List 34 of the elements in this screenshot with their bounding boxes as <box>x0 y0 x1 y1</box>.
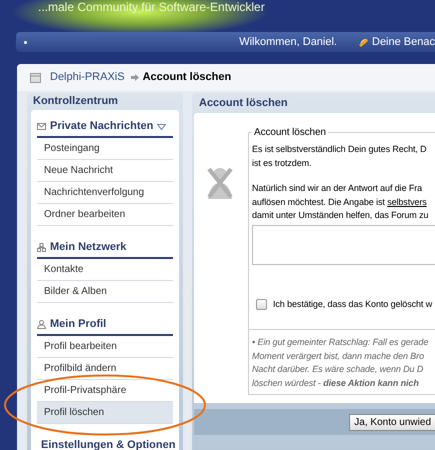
section-heading: Mein Netzwerk <box>50 240 126 256</box>
menu-item[interactable]: Nachrichtenverfolgung <box>37 182 173 204</box>
menu-item[interactable]: Profil bearbeiten <box>37 336 173 358</box>
confirm-label: Ich bestätige, dass das Konto gelöscht w <box>273 298 432 311</box>
section-heading: Mein Profil <box>50 317 106 332</box>
inline-link[interactable]: selbstvers <box>387 196 427 206</box>
breadcrumb-current: Account löschen <box>142 70 232 86</box>
page-icon <box>30 72 41 82</box>
delete-account-button[interactable]: Ja, Konto unwied <box>349 414 435 430</box>
menu-item[interactable]: Bilder & Alben <box>37 280 173 302</box>
confirm-checkbox[interactable] <box>256 298 267 310</box>
menu-item[interactable]: Kontakte <box>37 258 173 280</box>
menu-item[interactable]: Profil löschen <box>37 402 173 424</box>
section-heading: Private Nachrichten <box>50 119 154 134</box>
collapse-triangle-icon[interactable] <box>157 124 166 130</box>
breadcrumb-link[interactable]: Delphi-PRAXiS <box>50 69 125 86</box>
advice-paragraph: • Ein gut gemeinter Ratschlag: Fall es gerade Moment verärgert bist, dann mache den Bro Nacht darüber. Es wäre schade, wenn Du D löschen würdest - diese Aktion kann nich <box>252 336 430 390</box>
intro-paragraph: Es ist selbstverständlich Dein gutes Recht, D ist es trotzdem. <box>252 143 428 170</box>
menu-item[interactable]: Profil-Privatsphäre <box>37 380 173 402</box>
panel-title: Account löschen <box>198 96 289 111</box>
person-icon <box>37 320 46 329</box>
bullet-icon <box>24 40 27 44</box>
welcome-text: Wilkommen, Daniel. <box>239 34 337 50</box>
crossed-out-person-icon <box>205 165 235 201</box>
reason-text-area[interactable] <box>252 224 435 264</box>
sidebar-title: Kontrollzentrum <box>32 94 119 109</box>
notifications-link[interactable]: Deine Benac <box>372 34 435 50</box>
arrow-right-icon <box>130 74 139 81</box>
question-paragraph: Natürlich sind wir an der Antwort auf die Fra auflösen möchtest. Die Angabe ist selbstvers damit unter Umständen helfen, das Forum zu <box>252 182 430 222</box>
network-icon <box>37 243 46 252</box>
menu-item[interactable]: Ordner bearbeiten <box>37 204 173 226</box>
envelope-icon <box>37 123 46 130</box>
menu-item[interactable]: Neue Nachricht <box>37 160 173 182</box>
menu-item[interactable]: Posteingang <box>37 138 173 160</box>
